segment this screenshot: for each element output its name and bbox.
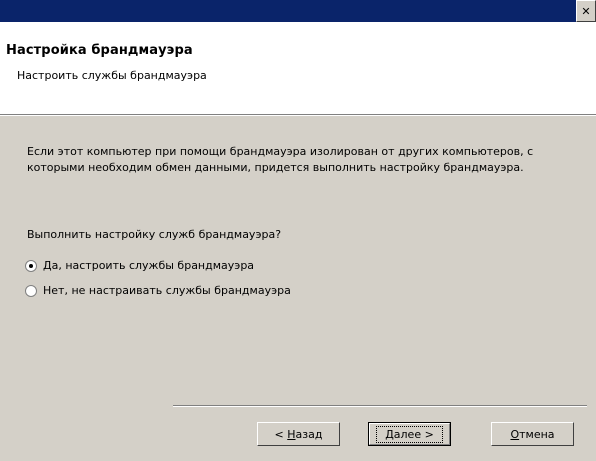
footer-divider: [173, 405, 587, 407]
option-configure-label[interactable]: Да, настроить службы брандмауэра: [43, 259, 254, 272]
next-button[interactable]: Далее >: [368, 422, 451, 446]
option-skip-label[interactable]: Нет, не настраивать службы брандмауэра: [43, 284, 291, 297]
close-icon: ✕: [581, 4, 591, 18]
description-text: Если этот компьютер при помощи брандмауэ…: [27, 145, 534, 174]
option-skip[interactable]: Нет, не настраивать службы брандмауэра: [25, 284, 291, 297]
question-label: Выполнить настройку служб брандмауэра?: [27, 228, 282, 241]
page-title: Настройка брандмауэра: [6, 43, 193, 58]
wizard-header: Настройка брандмауэра Настроить службы б…: [0, 22, 596, 115]
cancel-button[interactable]: Отмена: [491, 422, 574, 446]
back-button[interactable]: < Назад: [257, 422, 340, 446]
back-button-label: < Назад: [274, 427, 323, 441]
close-button[interactable]: ✕: [576, 0, 596, 22]
title-bar: ✕: [0, 0, 596, 22]
header-divider: [0, 115, 596, 116]
next-button-label: Далее >: [376, 425, 443, 443]
option-configure[interactable]: Да, настроить службы брандмауэра: [25, 259, 254, 272]
radio-button-selected[interactable]: [25, 259, 37, 272]
radio-dot: [29, 263, 33, 268]
page-subtitle: Настроить службы брандмауэра: [17, 69, 207, 82]
radio-button[interactable]: [25, 284, 37, 297]
cancel-button-label: Отмена: [510, 427, 555, 441]
